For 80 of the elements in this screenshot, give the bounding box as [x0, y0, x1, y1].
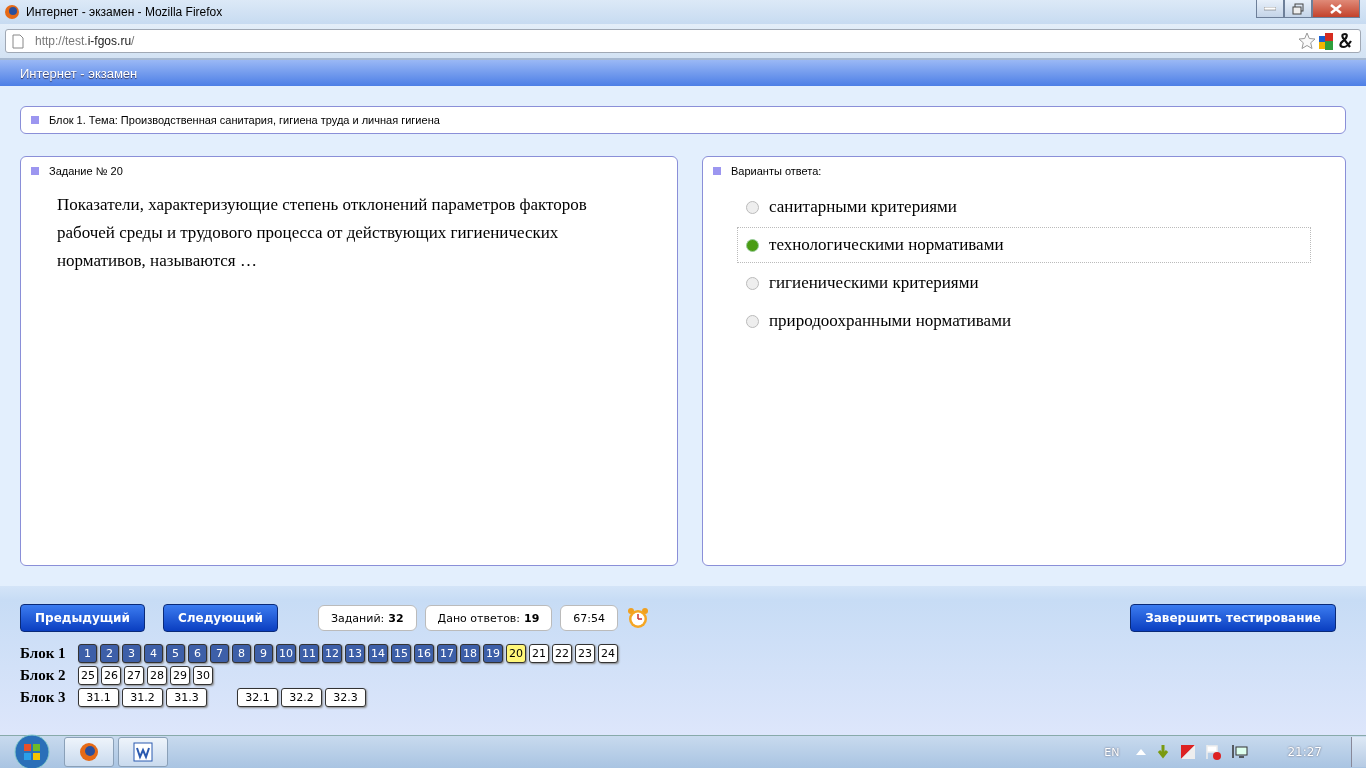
maximize-button[interactable]	[1284, 0, 1312, 18]
question-number-button[interactable]: 4	[144, 644, 163, 663]
minimize-button[interactable]	[1256, 0, 1284, 18]
app-header: Интернет - экзамен	[0, 60, 1366, 86]
question-number-button[interactable]: 32.1	[237, 688, 278, 707]
previous-button[interactable]: Предыдущий	[20, 604, 145, 632]
question-number-button[interactable]: 7	[210, 644, 229, 663]
question-number-button[interactable]: 5	[166, 644, 185, 663]
answer-option[interactable]: гигиеническими критериями	[737, 265, 1311, 301]
alarm-clock-icon	[626, 606, 651, 630]
question-number-button[interactable]: 13	[345, 644, 365, 663]
question-number-button[interactable]: 24	[598, 644, 618, 663]
square-bullet-icon	[31, 116, 39, 124]
word-taskbar-button[interactable]	[118, 737, 168, 767]
word-icon	[133, 742, 153, 762]
star-icon[interactable]	[1298, 32, 1316, 50]
address-bar[interactable]: http://test.i-fgos.ru/	[5, 29, 1361, 53]
question-number-button[interactable]: 28	[147, 666, 167, 685]
show-desktop-button[interactable]	[1351, 737, 1366, 767]
network-icon[interactable]	[1230, 744, 1249, 760]
firefox-icon	[79, 742, 99, 762]
finish-test-button[interactable]: Завершить тестирование	[1130, 604, 1336, 632]
question-number-button[interactable]: 32.2	[281, 688, 322, 707]
square-bullet-icon	[713, 167, 721, 175]
flag-icon[interactable]	[1205, 744, 1222, 760]
answer-option[interactable]: технологическими нормативами	[737, 227, 1311, 263]
question-number-button[interactable]: 16	[414, 644, 434, 663]
firefox-icon	[4, 4, 20, 20]
start-button[interactable]	[12, 734, 52, 768]
question-number-button[interactable]: 14	[368, 644, 388, 663]
question-number-button[interactable]: 26	[101, 666, 121, 685]
question-number-button[interactable]: 31.2	[122, 688, 163, 707]
next-button[interactable]: Следующий	[162, 604, 278, 632]
answer-option[interactable]: природоохранными нормативами	[737, 303, 1311, 339]
question-number-button[interactable]: 25	[78, 666, 98, 685]
question-number-button[interactable]: 23	[575, 644, 595, 663]
question-number-button[interactable]: 12	[322, 644, 342, 663]
question-number-button[interactable]: 19	[483, 644, 503, 663]
close-button[interactable]	[1312, 0, 1360, 18]
question-number-button[interactable]: 29	[170, 666, 190, 685]
firefox-taskbar-button[interactable]	[64, 737, 114, 767]
answers-title: Варианты ответа:	[731, 165, 822, 177]
question-number: Задание № 20	[49, 165, 123, 177]
timer: 67:54	[560, 605, 619, 631]
page-icon	[12, 33, 24, 49]
block-label: Блок 3	[20, 689, 67, 706]
question-number-button[interactable]: 3	[122, 644, 141, 663]
restore-icon	[1292, 2, 1304, 15]
question-number-button[interactable]: 27	[124, 666, 144, 685]
question-number-button[interactable]: 17	[437, 644, 457, 663]
block-label: Блок 2	[20, 667, 67, 684]
question-number-button[interactable]: 2	[100, 644, 119, 663]
google-icon[interactable]	[1319, 32, 1335, 50]
window-title: Интернет - экзамен - Mozilla Firefox	[26, 5, 223, 19]
question-number-button[interactable]: 22	[552, 644, 572, 663]
question-number-button[interactable]: 8	[232, 644, 251, 663]
question-number-button[interactable]: 6	[188, 644, 207, 663]
question-number-button[interactable]: 32.3	[325, 688, 366, 707]
question-number-button[interactable]: 10	[276, 644, 296, 663]
question-number-button[interactable]: 9	[254, 644, 273, 663]
answered-counter: Дано ответов: 19	[424, 605, 553, 631]
question-number-button[interactable]: 11	[299, 644, 319, 663]
question-number-button[interactable]: 21	[529, 644, 549, 663]
close-icon	[1329, 3, 1343, 14]
tasks-counter: Заданий: 32	[317, 605, 417, 631]
shield-icon[interactable]	[1180, 744, 1197, 760]
block-title: Блок 1. Тема: Производственная санитария, гигиена труда и личная гигиена	[49, 114, 440, 126]
ampersand-icon[interactable]	[1338, 32, 1354, 50]
minimize-icon	[1264, 6, 1276, 11]
block-label: Блок 1	[20, 645, 67, 662]
question-number-button[interactable]: 30	[193, 666, 213, 685]
question-number-button[interactable]: 18	[460, 644, 480, 663]
question-number-button[interactable]: 31.1	[78, 688, 119, 707]
question-number-button[interactable]: 15	[391, 644, 411, 663]
question-number-button[interactable]: 20	[506, 644, 526, 663]
question-number-button[interactable]: 1	[78, 644, 97, 663]
square-bullet-icon	[31, 167, 39, 175]
question-number-button[interactable]: 31.3	[166, 688, 207, 707]
question-text: Показатели, характеризующие степень отклонений параметров факторов рабочей среды и трудового процесса от действующих гигиенических нормативов, называются …	[57, 194, 588, 272]
answer-option[interactable]: санитарными критериями	[737, 189, 1311, 225]
